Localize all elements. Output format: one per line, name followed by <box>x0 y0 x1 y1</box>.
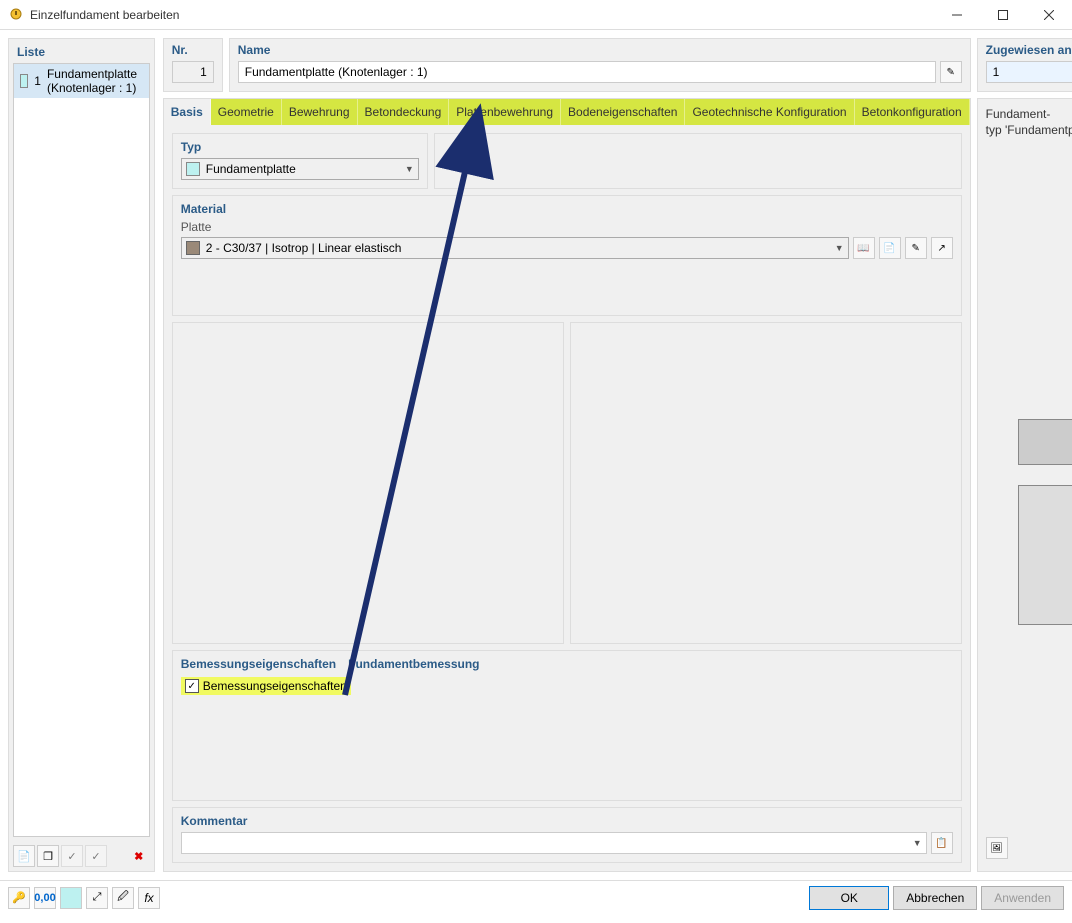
tab-concrete-config[interactable]: Betonkonfiguration <box>855 99 970 125</box>
dialog-footer: 🔑 0,00 ⤢ 🖉 fx OK Abbrechen Anwenden <box>0 880 1072 914</box>
assigned-label: Zugewiesen an Knotenlager Nr. <box>986 43 1072 57</box>
blank-group-top <box>434 133 962 189</box>
assigned-field[interactable] <box>986 61 1072 83</box>
design-group: Bemessungseigenschaften Fundamentbemessu… <box>172 650 962 801</box>
design-properties-checkbox[interactable]: ✓ Bemessungseigenschaften <box>181 677 351 695</box>
axes-button[interactable]: ⤢ <box>86 887 108 909</box>
edit-name-button[interactable]: ✎ <box>940 61 962 83</box>
tab-geotech-config[interactable]: Geotechnische Konfiguration <box>685 99 854 125</box>
foundation-elevation-icon <box>1018 349 1072 465</box>
units-button[interactable]: 0,00 <box>34 887 56 909</box>
design-heading-2: Fundamentbemessung <box>348 657 479 671</box>
foundation-plate-icon <box>186 162 200 176</box>
config-panel: Basis Geometrie Bewehrung Betondeckung P… <box>163 98 971 872</box>
chevron-down-icon: ▼ <box>405 164 414 174</box>
preview-caption-2: typ 'Fundamentplatte' <box>986 123 1072 137</box>
tool1-button[interactable]: 🖉 <box>112 887 134 909</box>
view-button[interactable] <box>60 887 82 909</box>
new-item-button[interactable]: 📄 <box>13 845 35 867</box>
comment-label: Kommentar <box>181 814 953 828</box>
list-panel: Liste 1 Fundamentplatte (Knotenlager : 1… <box>8 38 155 872</box>
delete-item-button[interactable]: ✖ <box>128 845 150 867</box>
nr-group: Nr. <box>163 38 223 92</box>
type-group: Typ Fundamentplatte ▼ <box>172 133 428 189</box>
tab-reinforcement[interactable]: Bewehrung <box>282 99 358 125</box>
name-group: Name ✎ <box>229 38 971 92</box>
material-value: 2 - C30/37 | Isotrop | Linear elastisch <box>206 241 402 255</box>
window-title: Einzelfundament bearbeiten <box>30 8 934 22</box>
tab-basis[interactable]: Basis <box>164 99 211 125</box>
preview-canvas <box>986 137 1072 837</box>
preview-panel: Fundament- typ 'Fundamentplatte' <box>977 98 1072 872</box>
fx-button[interactable]: fx <box>138 887 160 909</box>
blank-pane-left <box>172 322 564 644</box>
comment-group: Kommentar ▼ 📋 <box>172 807 962 863</box>
material-new-button[interactable]: 📄 <box>879 237 901 259</box>
ok-button[interactable]: OK <box>809 886 889 910</box>
copy-item-button[interactable]: ❐ <box>37 845 59 867</box>
comment-pick-button[interactable]: 📋 <box>931 832 953 854</box>
material-pick-button[interactable]: ↗ <box>931 237 953 259</box>
assigned-group: Zugewiesen an Knotenlager Nr. ↗ <box>977 38 1072 92</box>
foundation-plate-icon <box>20 74 28 88</box>
maximize-button[interactable] <box>980 0 1026 30</box>
chevron-down-icon: ▼ <box>835 243 844 253</box>
material-library-button[interactable]: 📖 <box>853 237 875 259</box>
close-button[interactable] <box>1026 0 1072 30</box>
design-heading-1: Bemessungseigenschaften <box>181 657 336 671</box>
type-select[interactable]: Fundamentplatte ▼ <box>181 158 419 180</box>
chevron-down-icon: ▼ <box>913 838 922 848</box>
titlebar: Einzelfundament bearbeiten <box>0 0 1072 30</box>
material-label: Material <box>181 202 953 216</box>
material-sublabel: Platte <box>181 220 953 234</box>
item-list[interactable]: 1 Fundamentplatte (Knotenlager : 1) <box>13 63 150 837</box>
preview-settings-button[interactable]: 🖼 <box>986 837 1008 859</box>
cancel-button[interactable]: Abbrechen <box>893 886 977 910</box>
preview-caption-1: Fundament- <box>986 107 1072 121</box>
comment-combo[interactable]: ▼ <box>181 832 927 854</box>
name-field[interactable] <box>238 61 936 83</box>
design-checkbox-label: Bemessungseigenschaften <box>203 679 347 693</box>
list-item-text: Fundamentplatte (Knotenlager : 1) <box>47 67 143 95</box>
app-icon <box>8 7 24 23</box>
list-item-num: 1 <box>34 74 41 88</box>
type-label: Typ <box>181 140 419 154</box>
name-label: Name <box>238 43 271 57</box>
tab-soil[interactable]: Bodeneigenschaften <box>561 99 685 125</box>
check-icon: ✓ <box>185 679 199 693</box>
tab-geometry[interactable]: Geometrie <box>211 99 282 125</box>
material-edit-button[interactable]: ✎ <box>905 237 927 259</box>
concrete-icon <box>186 241 200 255</box>
apply-button[interactable]: Anwenden <box>981 886 1064 910</box>
blank-pane-right <box>570 322 962 644</box>
material-group: Material Platte 2 - C30/37 | Isotrop | L… <box>172 195 962 316</box>
type-value: Fundamentplatte <box>206 162 296 176</box>
foundation-plan-icon <box>1018 485 1072 625</box>
nr-field[interactable] <box>172 61 214 83</box>
help-button[interactable]: 🔑 <box>8 887 30 909</box>
check-button[interactable]: ✓ <box>61 845 83 867</box>
nr-label: Nr. <box>172 43 188 57</box>
tab-bar: Basis Geometrie Bewehrung Betondeckung P… <box>164 99 970 125</box>
minimize-button[interactable] <box>934 0 980 30</box>
list-item[interactable]: 1 Fundamentplatte (Knotenlager : 1) <box>14 64 149 98</box>
tab-plate-reinforcement[interactable]: Plattenbewehrung <box>449 99 561 125</box>
list-toolbar: 📄 ❐ ✓ ✓ ✖ <box>9 841 154 871</box>
material-select[interactable]: 2 - C30/37 | Isotrop | Linear elastisch … <box>181 237 849 259</box>
check2-button[interactable]: ✓ <box>85 845 107 867</box>
tab-concrete-cover[interactable]: Betondeckung <box>358 99 450 125</box>
list-label: Liste <box>9 39 154 63</box>
